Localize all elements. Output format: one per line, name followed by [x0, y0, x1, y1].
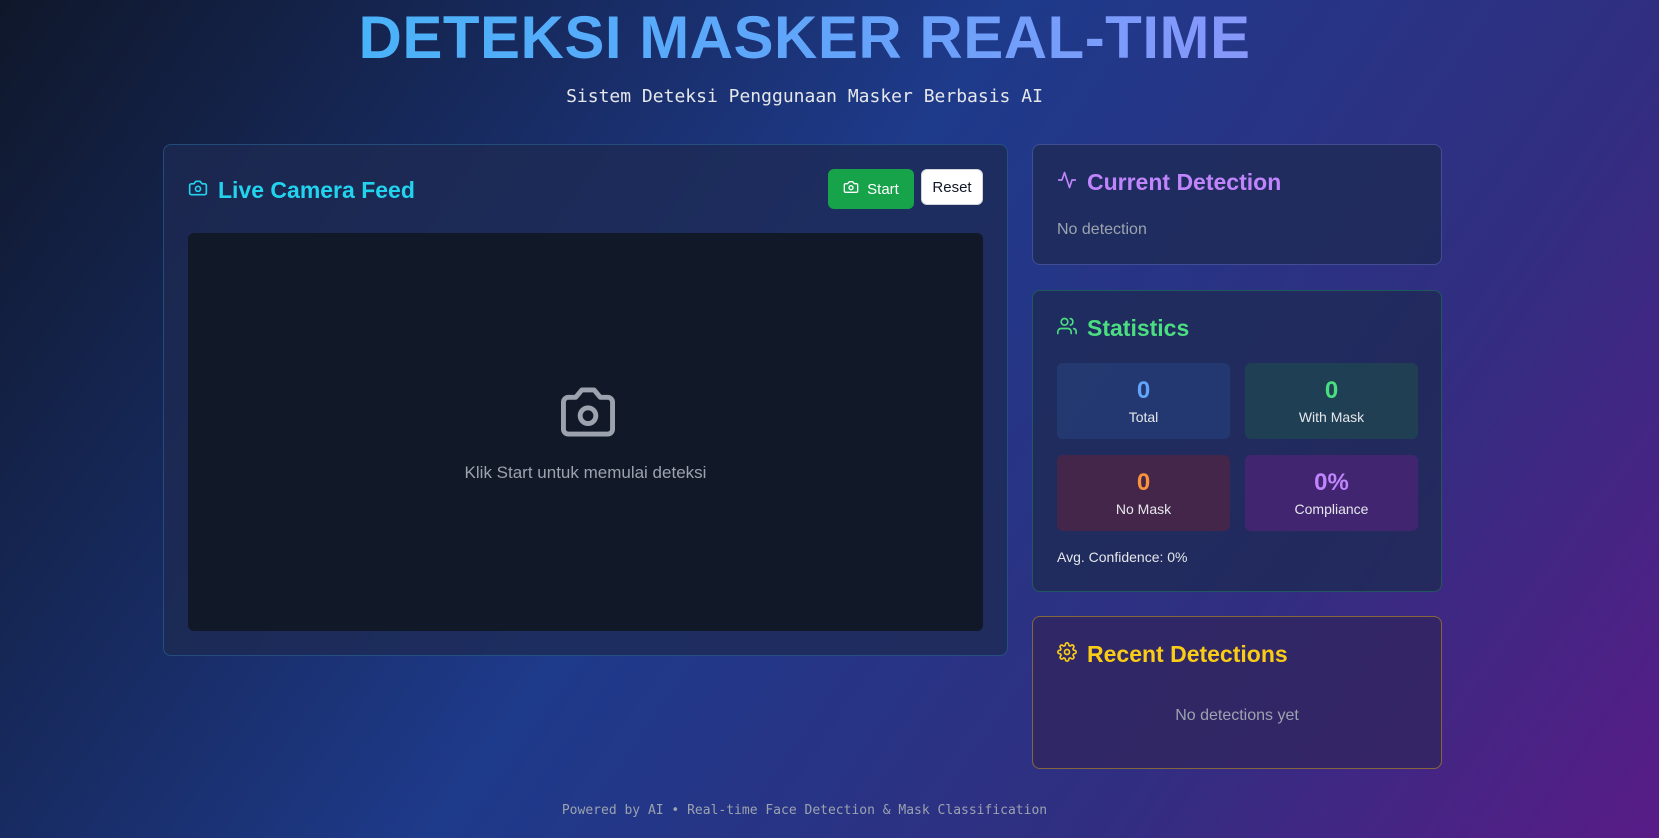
- users-icon: [1057, 315, 1077, 342]
- stat-with-mask: 0 With Mask: [1245, 363, 1418, 439]
- camera-panel-title: Live Camera Feed: [188, 177, 415, 204]
- stat-total-label: Total: [1128, 409, 1159, 425]
- page-subtitle: Sistem Deteksi Penggunaan Masker Berbasi…: [566, 86, 1043, 107]
- avg-confidence: Avg. Confidence: 0%: [1057, 549, 1188, 565]
- recent-detections-empty: No detections yet: [1175, 707, 1299, 724]
- footer: Powered by AI • Real-time Face Detection…: [561, 803, 1048, 818]
- statistics-title-text: Statistics: [1087, 315, 1190, 341]
- stat-with-mask-label: With Mask: [1298, 409, 1365, 425]
- current-detection-panel: Current Detection No detection: [1032, 144, 1442, 265]
- recent-detections-title-text: Recent Detections: [1087, 641, 1288, 667]
- start-button-label: Start: [867, 180, 899, 198]
- gear-icon: [1057, 641, 1077, 668]
- statistics-title: Statistics: [1057, 315, 1189, 342]
- camera-panel: Live Camera Feed Start Reset Klik Start …: [163, 144, 1008, 656]
- current-detection-title-text: Current Detection: [1087, 169, 1282, 195]
- statistics-panel: Statistics 0 Total 0 With Mask 0 No Mask…: [1032, 290, 1442, 592]
- camera-icon: [557, 385, 619, 439]
- stat-no-mask: 0 No Mask: [1057, 455, 1230, 531]
- reset-button[interactable]: Reset: [921, 169, 983, 205]
- camera-icon: [188, 177, 208, 204]
- activity-icon: [1057, 169, 1077, 196]
- start-button[interactable]: Start: [828, 169, 914, 209]
- current-detection-title: Current Detection: [1057, 169, 1281, 196]
- stat-compliance-label: Compliance: [1294, 501, 1369, 517]
- recent-detections-panel: Recent Detections No detections yet: [1032, 616, 1442, 769]
- page-title: DETEKSI MASKER REAL-TIME: [0, 4, 1609, 72]
- stat-no-mask-value: 0: [1136, 469, 1151, 496]
- stat-with-mask-value: 0: [1324, 377, 1339, 404]
- camera-icon: [843, 179, 859, 199]
- video-feed: Klik Start untuk memulai deteksi: [188, 233, 983, 631]
- stat-compliance-value: 0%: [1314, 469, 1349, 496]
- recent-detections-title: Recent Detections: [1057, 641, 1288, 668]
- current-detection-status: No detection: [1057, 221, 1147, 238]
- stat-total: 0 Total: [1057, 363, 1230, 439]
- stat-total-value: 0: [1136, 377, 1151, 404]
- video-placeholder-text: Klik Start untuk memulai deteksi: [464, 463, 707, 482]
- camera-panel-title-text: Live Camera Feed: [218, 177, 415, 203]
- stat-compliance: 0% Compliance: [1245, 455, 1418, 531]
- stat-no-mask-label: No Mask: [1115, 501, 1172, 517]
